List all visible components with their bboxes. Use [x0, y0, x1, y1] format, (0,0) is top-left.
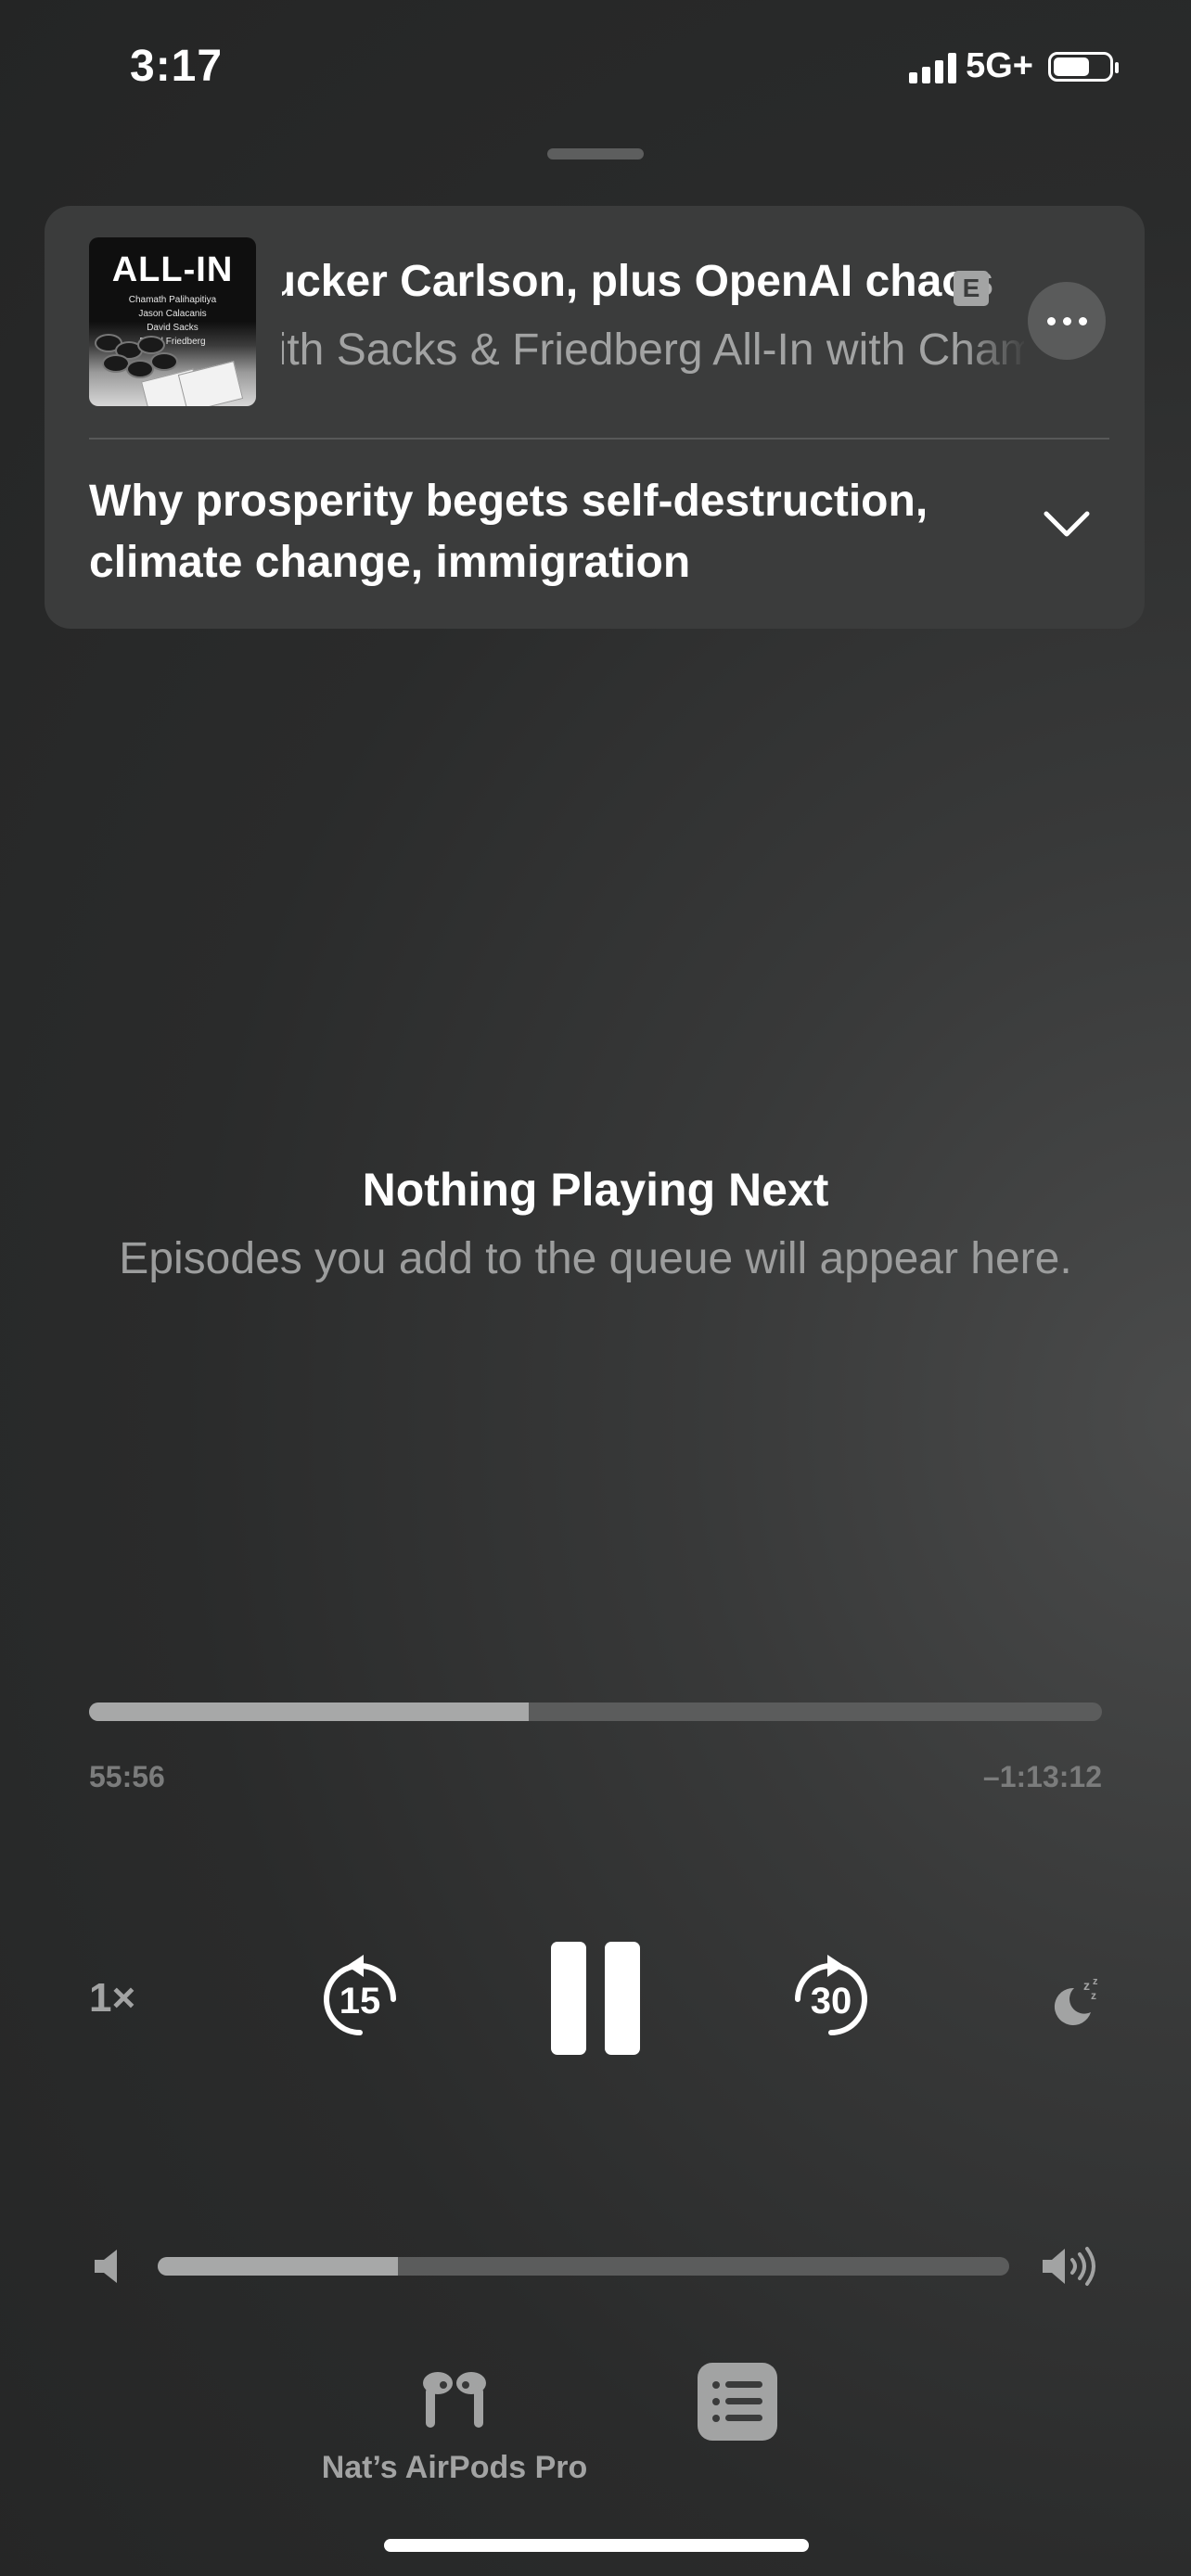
network-type: 5G+ [966, 46, 1033, 85]
cellular-signal-icon [909, 50, 957, 83]
elapsed-time: 55:56 [89, 1760, 165, 1793]
playback-scrubber[interactable] [89, 1702, 1102, 1721]
episode-subtitle: with Sacks & Friedberg All-In with Chama… [282, 325, 1024, 375]
skip-back-seconds: 15 [339, 1981, 381, 2021]
episode-title: Tucker Carlson, plus OpenAI chaos [282, 257, 994, 306]
audio-output-label[interactable]: Nat’s AirPods Pro [269, 2450, 640, 2486]
artwork-host: Jason Calacanis [138, 309, 207, 319]
volume-fill [158, 2257, 398, 2276]
chevron-down-icon[interactable] [1041, 504, 1093, 542]
queue-list-icon [712, 2381, 762, 2422]
more-icon [1046, 316, 1087, 325]
airpods-icon[interactable] [410, 2370, 499, 2429]
skip-forward-seconds: 30 [810, 1981, 852, 2021]
episode-info[interactable]: Tucker Carlson, plus OpenAI chaos with S… [282, 256, 1024, 395]
svg-text:z: z [1091, 1989, 1096, 2002]
home-indicator[interactable] [384, 2539, 809, 2552]
card-divider [89, 438, 1109, 440]
remaining-time: –1:13:12 [982, 1760, 1102, 1793]
explicit-badge: E [954, 271, 989, 306]
skip-forward-button[interactable]: 30 [787, 1955, 876, 2044]
now-playing-card: ALL-IN Chamath Palihapitiya Jason Calaca… [45, 206, 1145, 629]
playback-progress-fill [89, 1702, 529, 1721]
chapter-title[interactable]: Why prosperity begets self-destruction, … [89, 471, 1017, 593]
queue-empty-text: Episodes you add to the queue will appea… [119, 1234, 1072, 1283]
queue-empty-title: Nothing Playing Next [362, 1164, 829, 1216]
artwork-host: David Sacks [147, 323, 198, 333]
podcast-artwork[interactable]: ALL-IN Chamath Palihapitiya Jason Calaca… [89, 237, 256, 406]
artwork-host: Chamath Palihapitiya [128, 295, 217, 305]
more-button[interactable] [1028, 282, 1106, 360]
sheet-grabber[interactable] [547, 148, 644, 159]
volume-slider[interactable] [158, 2257, 1009, 2276]
volume-low-icon [95, 2250, 117, 2283]
pause-button[interactable] [551, 1942, 640, 2055]
playback-speed-button[interactable]: 1× [89, 1975, 135, 2021]
skip-back-button[interactable]: 15 [315, 1955, 404, 2044]
status-indicators: 5G+ [909, 46, 1119, 86]
status-time: 3:17 [130, 42, 224, 91]
battery-icon [1048, 51, 1119, 82]
sleep-timer-icon[interactable]: z z z [1050, 1975, 1102, 2027]
queue-button[interactable] [698, 2363, 777, 2441]
svg-text:z: z [1093, 1976, 1098, 1987]
volume-high-icon [1043, 2247, 1095, 2286]
artwork-title: ALL-IN [111, 250, 234, 289]
svg-text:z: z [1083, 1978, 1090, 1993]
